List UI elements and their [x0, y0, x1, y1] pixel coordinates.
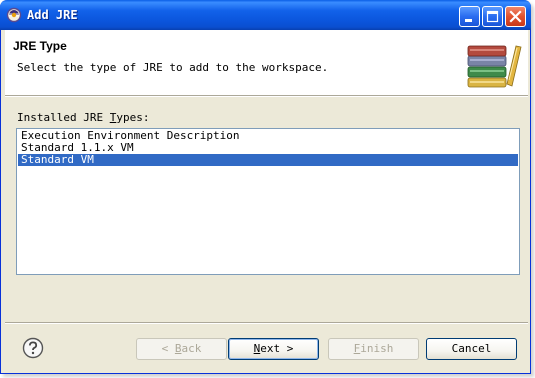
wizard-header: JRE Type Select the type of JRE to add t… — [5, 30, 528, 95]
minimize-button[interactable] — [459, 6, 480, 27]
list-item[interactable]: Standard VM — [18, 154, 518, 166]
list-items: Execution Environment Description Standa… — [17, 129, 519, 166]
installed-jre-types-label: Installed JRE Types: — [17, 111, 149, 124]
maximize-button[interactable] — [482, 6, 503, 27]
next-button[interactable]: Next > — [228, 338, 319, 360]
page-title: JRE Type — [13, 39, 67, 53]
maximize-icon — [486, 10, 499, 23]
jre-type-list[interactable]: Execution Environment Description Standa… — [16, 128, 520, 275]
books-banner-icon — [464, 40, 522, 90]
back-mnemonic: B — [174, 342, 182, 355]
window-title: Add JRE — [27, 8, 78, 22]
next-suffix: ext > — [260, 342, 294, 355]
eclipse-icon — [6, 7, 22, 23]
label-suffix: ypes: — [116, 111, 150, 124]
footer-divider-highlight — [5, 323, 528, 324]
label-prefix: Installed JRE — [17, 111, 110, 124]
back-prefix: < — [161, 342, 175, 355]
close-button[interactable] — [505, 6, 526, 27]
finish-suffix: inish — [360, 342, 394, 355]
cancel-button[interactable]: Cancel — [426, 338, 517, 360]
help-icon[interactable] — [22, 337, 44, 359]
header-divider-highlight — [5, 96, 528, 97]
finish-button[interactable]: Finish — [328, 338, 419, 360]
back-suffix: ack — [181, 342, 202, 355]
close-icon — [509, 10, 522, 23]
add-jre-dialog: Add JRE JRE Type Select the type of JRE … — [0, 0, 531, 374]
page-description: Select the type of JRE to add to the wor… — [17, 61, 329, 74]
back-button[interactable]: < Back — [136, 338, 227, 360]
title-bar[interactable]: Add JRE — [0, 0, 531, 30]
minimize-icon — [465, 19, 472, 22]
